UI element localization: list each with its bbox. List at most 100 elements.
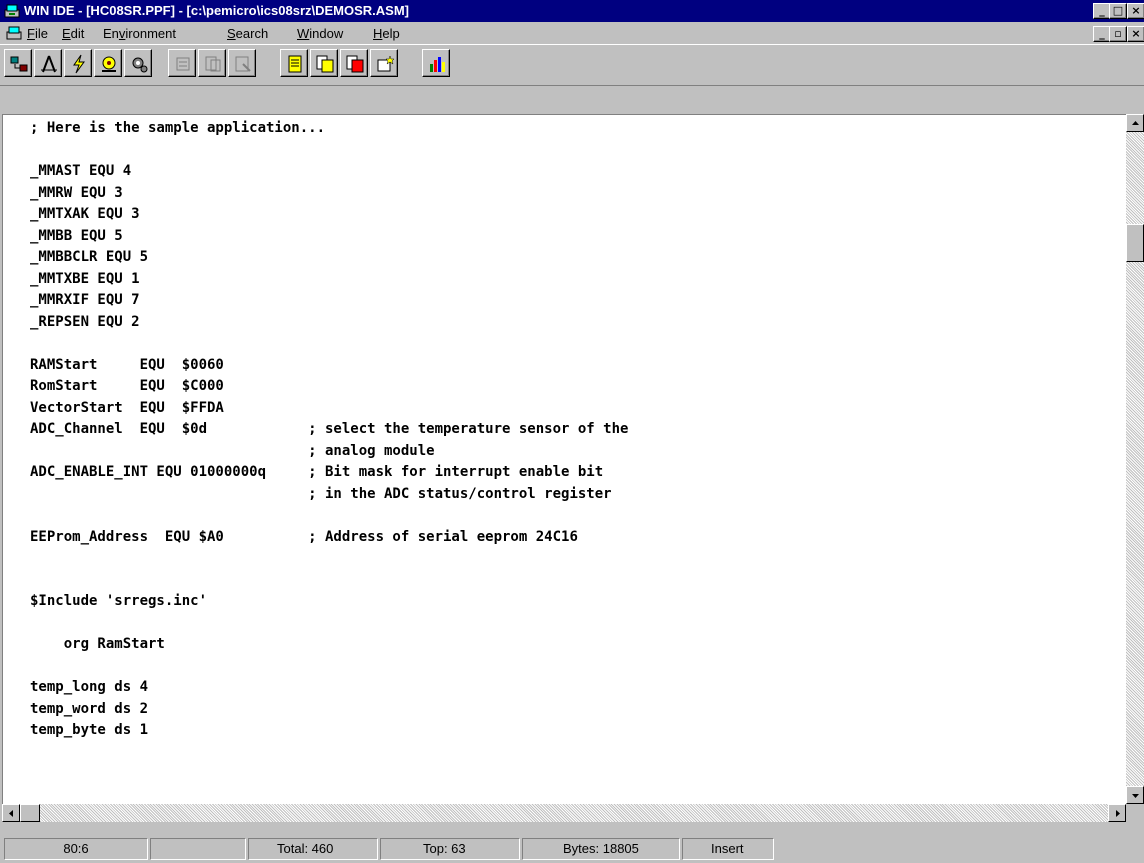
minimize-glyph: _ xyxy=(1099,4,1105,17)
code-line: _REPSEN EQU 2 xyxy=(30,313,140,330)
compass-icon xyxy=(41,55,57,73)
code-line: $Include 'srregs.inc' xyxy=(30,593,208,609)
code-line: ; in the ADC status/control register xyxy=(30,485,612,502)
maximize-button[interactable]: □ xyxy=(1109,3,1127,19)
disabled-tool-button-3[interactable] xyxy=(228,49,256,77)
code-line: RomStart EQU $C000 xyxy=(30,378,224,394)
menu-help-key: H xyxy=(373,26,383,41)
copy-document-icon xyxy=(316,55,334,73)
code-line: temp_byte ds 1 xyxy=(30,722,149,738)
menu-edit-label: dit xyxy=(70,26,85,41)
menu-window-label: indow xyxy=(309,26,344,41)
menu-file-label: ile xyxy=(34,26,48,41)
toolbar xyxy=(0,44,1144,86)
menu-edit[interactable]: Edit xyxy=(62,26,84,41)
document-button[interactable] xyxy=(280,49,308,77)
copy-document-button[interactable] xyxy=(310,49,338,77)
menu-window-key: W xyxy=(297,26,310,41)
menu-help[interactable]: Help xyxy=(373,26,400,41)
status-bytes: Bytes: 18805 xyxy=(522,838,680,860)
menu-search-key: S xyxy=(227,26,236,41)
close-button[interactable]: × xyxy=(1127,3,1144,19)
child-restore-glyph: ▫ xyxy=(1114,27,1122,40)
scroll-down-button[interactable] xyxy=(1126,786,1144,804)
arrow-down-icon xyxy=(1132,794,1139,798)
disabled-tool-button-1[interactable] xyxy=(168,49,196,77)
code-line: ; analog module xyxy=(30,442,435,459)
horizontal-scrollbar[interactable] xyxy=(2,804,1126,822)
menu-search-label: earch xyxy=(235,26,269,41)
gear-button[interactable] xyxy=(124,49,152,77)
code-line: _MMAST EQU 4 xyxy=(30,163,132,179)
red-document-icon xyxy=(346,55,364,73)
menu-search[interactable]: Search xyxy=(227,26,268,41)
menu-edit-key: E xyxy=(62,26,71,41)
child-close-button[interactable]: × xyxy=(1127,26,1144,42)
document-window-icon[interactable] xyxy=(6,25,22,41)
code-line: temp_word ds 2 xyxy=(30,700,149,717)
app-icon xyxy=(4,4,20,18)
disabled-tool-button-2[interactable] xyxy=(198,49,226,77)
status-cursor-position: 80:6 xyxy=(4,838,148,860)
menu-environment-pre: En xyxy=(103,26,119,41)
debug-target-icon xyxy=(102,56,116,72)
lightning-button[interactable] xyxy=(64,49,92,77)
disabled-tool-icon-3 xyxy=(235,56,251,72)
menu-environment[interactable]: Environment xyxy=(103,26,176,41)
menu-file-key: F xyxy=(27,26,35,41)
scrollbar-corner xyxy=(1126,804,1144,822)
vertical-scrollbar[interactable] xyxy=(1126,114,1144,804)
code-line: ADC_Channel EQU $0d ; select the tempera… xyxy=(30,421,629,437)
menu-bar: File Edit Environment Search Window Help… xyxy=(0,22,1144,44)
document-star-button[interactable] xyxy=(370,49,398,77)
horizontal-scroll-thumb[interactable] xyxy=(20,804,40,822)
code-line: org RamStart xyxy=(30,636,165,652)
bar-chart-icon xyxy=(430,57,445,72)
child-close-glyph: × xyxy=(1131,27,1141,40)
compass-button[interactable] xyxy=(34,49,62,77)
network-icon xyxy=(10,56,28,72)
code-line: ; Here is the sample application... xyxy=(30,120,326,136)
window-title: WIN IDE - [HC08SR.PPF] - [c:\pemicro\ics… xyxy=(24,3,410,18)
scroll-up-button[interactable] xyxy=(1126,114,1144,132)
bar-chart-button[interactable] xyxy=(422,49,450,77)
network-button[interactable] xyxy=(4,49,32,77)
code-line: _MMTXBE EQU 1 xyxy=(30,270,140,287)
code-text[interactable]: ; Here is the sample application... _MMA… xyxy=(30,118,628,742)
document-star-icon xyxy=(377,55,395,72)
status-blank-pane xyxy=(150,838,246,860)
menu-environment-label: ironment xyxy=(125,26,176,41)
code-line: _MMBB EQU 5 xyxy=(30,227,123,244)
menu-file[interactable]: File xyxy=(27,26,48,41)
vertical-scroll-thumb[interactable] xyxy=(1126,224,1144,262)
status-bar: 80:6 Total: 460 Top: 63 Bytes: 18805 Ins… xyxy=(0,834,1144,863)
code-line: RAMStart EQU $0060 xyxy=(30,356,224,373)
red-document-button[interactable] xyxy=(340,49,368,77)
code-line: ADC_ENABLE_INT EQU 01000000q ; Bit mask … xyxy=(30,464,604,480)
title-bar[interactable]: WIN IDE - [HC08SR.PPF] - [c:\pemicro\ics… xyxy=(0,0,1144,22)
code-line: VectorStart EQU $FFDA xyxy=(30,399,224,416)
arrow-right-icon xyxy=(1116,810,1120,817)
arrow-up-icon xyxy=(1132,121,1139,125)
child-restore-button[interactable]: ▫ xyxy=(1109,26,1127,42)
gear-icon xyxy=(132,57,148,73)
scroll-left-button[interactable] xyxy=(2,804,20,822)
lightning-icon xyxy=(73,54,85,74)
scroll-right-button[interactable] xyxy=(1108,804,1126,822)
menu-window[interactable]: Window xyxy=(297,26,343,41)
code-line: EEProm_Address EQU $A0 ; Address of seri… xyxy=(30,528,578,545)
code-line: _MMRXIF EQU 7 xyxy=(30,292,140,308)
disabled-tool-icon-2 xyxy=(205,56,221,72)
menu-help-label: elp xyxy=(382,26,400,41)
disabled-tool-icon-1 xyxy=(176,57,190,71)
code-line: temp_long ds 4 xyxy=(30,679,149,695)
debug-target-button[interactable] xyxy=(94,49,122,77)
status-mode: Insert xyxy=(682,838,774,860)
close-glyph: × xyxy=(1131,4,1141,17)
